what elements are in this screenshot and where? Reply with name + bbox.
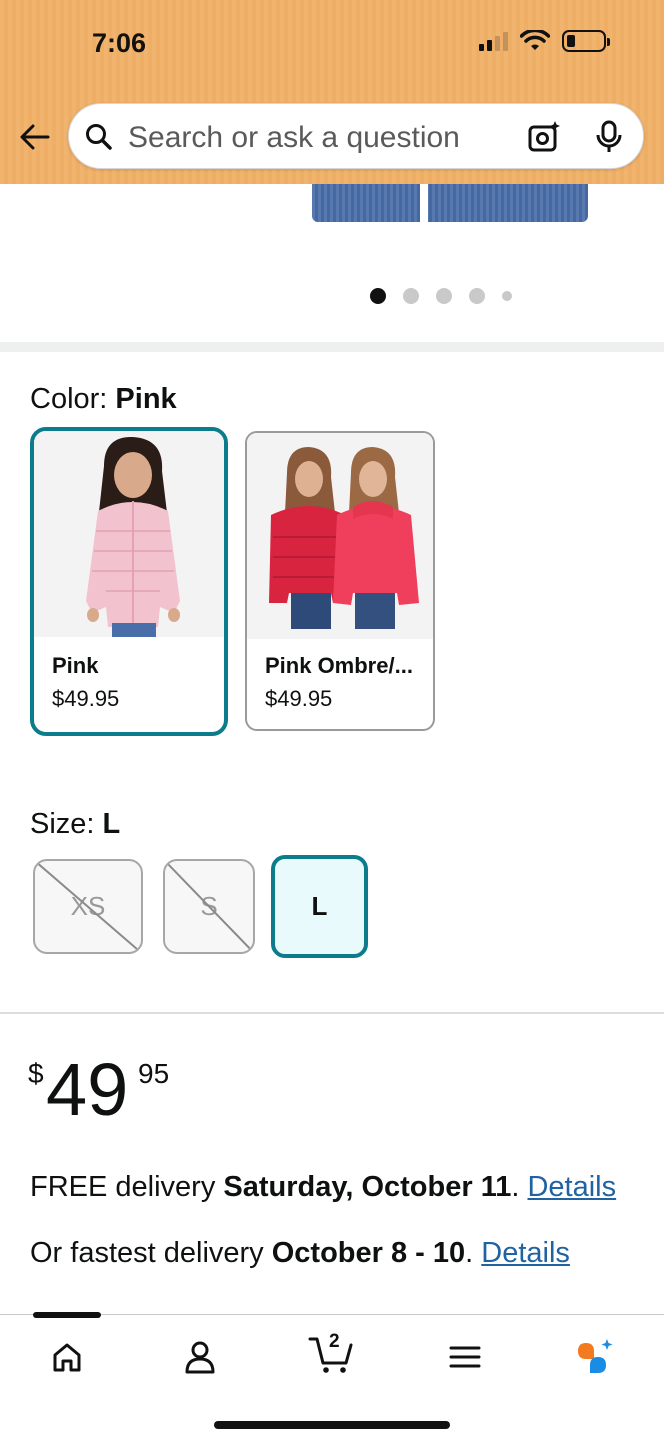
status-icons xyxy=(479,30,610,52)
account-icon[interactable] xyxy=(180,1337,220,1377)
signal-icon xyxy=(479,31,508,51)
cart-count: 2 xyxy=(329,1331,340,1352)
microphone-icon[interactable] xyxy=(595,120,623,154)
menu-icon[interactable] xyxy=(445,1337,485,1377)
rufus-icon[interactable] xyxy=(574,1337,614,1377)
back-arrow-icon[interactable] xyxy=(18,120,52,154)
carousel-dot[interactable] xyxy=(403,288,419,304)
section-divider xyxy=(0,342,664,352)
search-bar[interactable]: Search or ask a question xyxy=(68,103,644,169)
unavailable-strike-icon xyxy=(35,861,141,952)
search-input[interactable]: Search or ask a question xyxy=(128,121,460,155)
battery-icon xyxy=(562,30,610,52)
carousel-dot[interactable] xyxy=(370,288,386,304)
fastest-delivery-line: Or fastest delivery October 8 - 10. Deta… xyxy=(30,1237,570,1269)
free-delivery-line: FREE delivery Saturday, October 11. Deta… xyxy=(30,1171,617,1203)
bottom-nav: 2 xyxy=(0,1312,664,1440)
carousel-dot[interactable] xyxy=(469,288,485,304)
product-page: 7:06 Search or ask a question Color: Pin… xyxy=(0,0,664,1440)
swatch-image xyxy=(34,431,224,637)
swatch-price: $49.95 xyxy=(52,686,120,711)
color-swatch-pink-ombre[interactable]: Pink Ombre/... $49.95 xyxy=(245,431,435,731)
status-time: 7:06 xyxy=(92,28,147,58)
size-option-l[interactable]: L xyxy=(271,855,368,958)
camera-icon[interactable] xyxy=(527,120,561,154)
section-divider xyxy=(0,1012,664,1014)
carousel-dot[interactable] xyxy=(502,291,512,301)
color-swatch-pink[interactable]: Pink $49.95 xyxy=(30,427,228,736)
size-option-s[interactable]: S xyxy=(163,859,255,954)
product-image-partial xyxy=(312,184,588,222)
search-icon xyxy=(86,124,112,150)
fastest-details-link[interactable]: Details xyxy=(481,1237,570,1269)
size-label: Size: L xyxy=(30,808,121,840)
swatch-name: Pink xyxy=(52,653,99,678)
swatch-image xyxy=(247,433,433,639)
delivery-details-link[interactable]: Details xyxy=(527,1171,616,1203)
wifi-icon xyxy=(520,30,550,50)
home-icon[interactable] xyxy=(47,1337,87,1377)
swatch-name: Pink Ombre/... xyxy=(265,653,413,678)
carousel-dot[interactable] xyxy=(436,288,452,304)
nav-active-indicator xyxy=(33,1312,101,1318)
cart-button[interactable]: 2 xyxy=(308,1331,356,1375)
size-option-xs[interactable]: XS xyxy=(33,859,143,954)
unavailable-strike-icon xyxy=(165,861,253,952)
price-currency: $ xyxy=(28,1058,44,1089)
image-carousel-dots[interactable] xyxy=(370,288,512,304)
price-whole: 49 xyxy=(46,1048,129,1131)
home-indicator xyxy=(214,1421,450,1429)
header: 7:06 Search or ask a question xyxy=(0,0,664,184)
color-label: Color: Pink xyxy=(30,383,177,415)
price-fraction: 95 xyxy=(138,1058,170,1089)
swatch-price: $49.95 xyxy=(265,686,333,711)
